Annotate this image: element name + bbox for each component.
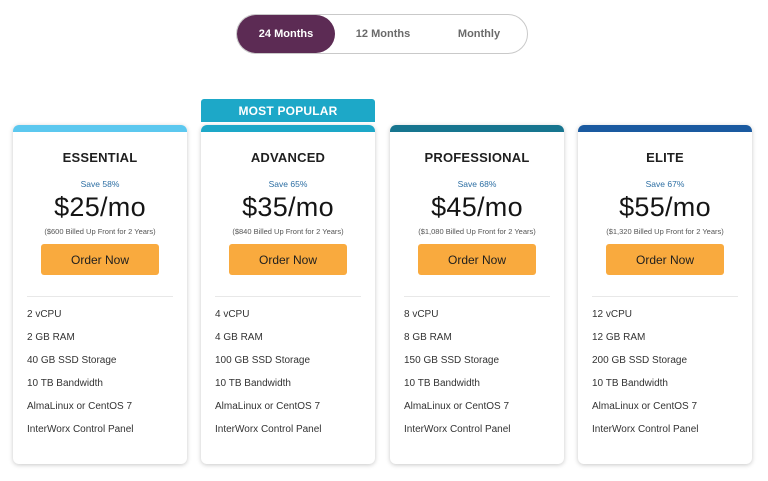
feature-item: 10 TB Bandwidth (27, 378, 103, 389)
plan-price: $25/mo (54, 192, 146, 222)
feature-item: 4 vCPU (215, 309, 250, 320)
feature-item: InterWorx Control Panel (27, 424, 134, 435)
feature-list: 2 vCPU 2 GB RAM 40 GB SSD Storage 10 TB … (13, 308, 187, 446)
feature-item: 40 GB SSD Storage (27, 355, 117, 366)
plan-card-essential: ESSENTIAL Save 58% $25/mo ($600 Billed U… (13, 125, 187, 464)
toggle-12-months[interactable]: 12 Months (335, 15, 431, 53)
toggle-monthly[interactable]: Monthly (431, 15, 527, 53)
feature-item: 150 GB SSD Storage (404, 355, 500, 366)
feature-item: 2 GB RAM (27, 332, 75, 343)
feature-item: 10 TB Bandwidth (404, 378, 480, 389)
plan-price: $35/mo (242, 192, 334, 222)
plan-savings: Save 68% (457, 179, 497, 189)
plan-accent-bar (390, 125, 564, 132)
plan-name: ELITE (646, 150, 684, 165)
plan-accent-bar (578, 125, 752, 132)
feature-item: 4 GB RAM (215, 332, 263, 343)
feature-list: 12 vCPU 12 GB RAM 200 GB SSD Storage 10 … (578, 308, 752, 446)
feature-item: InterWorx Control Panel (404, 424, 511, 435)
feature-item: InterWorx Control Panel (592, 424, 699, 435)
plan-name: ESSENTIAL (62, 150, 138, 165)
feature-item: 12 vCPU (592, 309, 633, 320)
feature-item: 10 TB Bandwidth (592, 378, 668, 389)
order-now-button[interactable]: Order Now (41, 244, 159, 275)
feature-item: InterWorx Control Panel (215, 424, 322, 435)
feature-item: 8 vCPU (404, 309, 439, 320)
plan-billing-note: ($840 Billed Up Front for 2 Years) (232, 227, 344, 236)
feature-item: AlmaLinux or CentOS 7 (404, 401, 510, 412)
divider (404, 296, 550, 297)
feature-item: AlmaLinux or CentOS 7 (592, 401, 698, 412)
plan-savings: Save 65% (268, 179, 308, 189)
divider (215, 296, 361, 297)
order-now-button[interactable]: Order Now (418, 244, 536, 275)
feature-item: 10 TB Bandwidth (215, 378, 291, 389)
plan-billing-note: ($1,320 Billed Up Front for 2 Years) (606, 227, 724, 236)
feature-item: AlmaLinux or CentOS 7 (215, 401, 321, 412)
feature-item: 200 GB SSD Storage (592, 355, 688, 366)
divider (27, 296, 173, 297)
plan-card-advanced: ADVANCED Save 65% $35/mo ($840 Billed Up… (201, 125, 375, 464)
feature-list: 4 vCPU 4 GB RAM 100 GB SSD Storage 10 TB… (201, 308, 375, 446)
feature-item: 12 GB RAM (592, 332, 646, 343)
plan-billing-note: ($600 Billed Up Front for 2 Years) (44, 227, 156, 236)
plan-name: ADVANCED (250, 150, 326, 165)
feature-item: AlmaLinux or CentOS 7 (27, 401, 133, 412)
plan-price: $45/mo (431, 192, 523, 222)
toggle-24-months[interactable]: 24 Months (237, 15, 335, 53)
plan-price: $55/mo (619, 192, 711, 222)
plan-savings: Save 58% (80, 179, 120, 189)
order-now-button[interactable]: Order Now (606, 244, 724, 275)
plan-card-professional: PROFESSIONAL Save 68% $45/mo ($1,080 Bil… (390, 125, 564, 464)
plan-accent-bar (201, 125, 375, 132)
plan-card-elite: ELITE Save 67% $55/mo ($1,320 Billed Up … (578, 125, 752, 464)
plan-billing-note: ($1,080 Billed Up Front for 2 Years) (418, 227, 536, 236)
plan-accent-bar (13, 125, 187, 132)
plan-name: PROFESSIONAL (424, 150, 530, 165)
plan-savings: Save 67% (645, 179, 685, 189)
order-now-button[interactable]: Order Now (229, 244, 347, 275)
billing-period-toggle: 24 Months 12 Months Monthly (236, 14, 528, 54)
divider (592, 296, 738, 297)
feature-list: 8 vCPU 8 GB RAM 150 GB SSD Storage 10 TB… (390, 308, 564, 446)
feature-item: 8 GB RAM (404, 332, 452, 343)
feature-item: 100 GB SSD Storage (215, 355, 311, 366)
feature-item: 2 vCPU (27, 309, 62, 320)
most-popular-banner: MOST POPULAR (201, 99, 375, 122)
